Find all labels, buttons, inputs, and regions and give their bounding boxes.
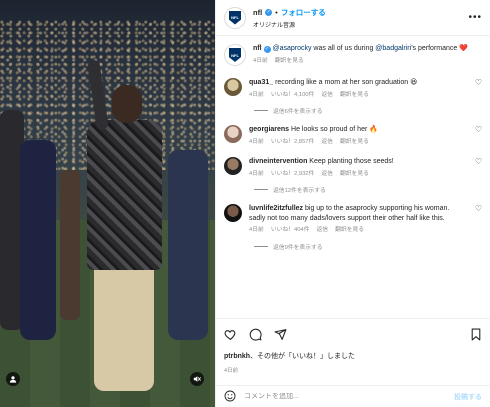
background-person: [168, 150, 208, 340]
instagram-post: NFL nfl ✓ • フォローする オリジナル音源 ••• NFL nfl ✓…: [0, 0, 490, 407]
more-icon[interactable]: •••: [468, 12, 482, 23]
audio-label[interactable]: オリジナル音源: [253, 20, 468, 29]
comment-item: divneintervention Keep planting those se…: [224, 157, 482, 179]
view-replies-button[interactable]: 返信9件を表示する: [254, 242, 482, 251]
avatar[interactable]: [224, 125, 242, 143]
comment-heart-icon[interactable]: ♡: [475, 78, 482, 100]
reply-button[interactable]: 返信: [321, 138, 333, 148]
translate-link[interactable]: 翻訳を見る: [335, 226, 364, 236]
comment-item: georgiarens He looks so proud of her 🔥 4…: [224, 125, 482, 147]
translate-link[interactable]: 翻訳を見る: [340, 138, 369, 148]
background-person: [20, 140, 56, 340]
comment-item: luvnlife2itzfullez big up to the asaproc…: [224, 204, 482, 236]
comment-likes[interactable]: いいね！2,857件: [271, 138, 315, 148]
avatar[interactable]: NFL: [224, 6, 246, 29]
comment-heart-icon[interactable]: ♡: [475, 157, 482, 179]
translate-link[interactable]: 翻訳を見る: [275, 57, 304, 67]
liked-by-summary[interactable]: ptrbnkh、その他が「いいね！」しました: [224, 351, 482, 361]
person-head: [112, 85, 142, 123]
comment-username[interactable]: qua31_: [249, 79, 273, 86]
mention-link[interactable]: @asaprocky: [272, 45, 311, 52]
post-comment-button[interactable]: 投稿する: [454, 392, 482, 402]
header-username[interactable]: nfl: [253, 8, 262, 17]
reply-button[interactable]: 返信: [321, 170, 333, 180]
view-replies-label: 返信9件を表示する: [273, 244, 323, 251]
view-replies-label: 返信6件を表示する: [273, 109, 323, 115]
caption-time[interactable]: 4日前: [253, 57, 268, 67]
view-replies-label: 返信12件を表示する: [273, 188, 326, 194]
comments-list[interactable]: NFL nfl ✓ @asaprocky was all of us durin…: [216, 36, 490, 316]
translate-link[interactable]: 翻訳を見る: [340, 91, 369, 101]
header-separator: •: [275, 7, 278, 17]
post-date[interactable]: 4日前: [224, 366, 482, 374]
comment-time[interactable]: 4日前: [249, 91, 264, 101]
comment-icon[interactable]: [249, 328, 262, 343]
comment-text: recording like a mom at her son graduati…: [273, 79, 418, 86]
background-person: [60, 170, 80, 320]
share-icon[interactable]: [274, 328, 287, 343]
comment-likes[interactable]: いいね！2,932件: [271, 170, 315, 180]
comment-likes[interactable]: いいね！4,100件: [271, 91, 315, 101]
liked-by-text: 、その他が「いいね！」しました: [250, 353, 356, 360]
reply-button[interactable]: 返信: [317, 226, 329, 236]
view-replies-button[interactable]: 返信12件を表示する: [254, 185, 482, 194]
comment-heart-icon[interactable]: ♡: [475, 125, 482, 147]
bookmark-icon[interactable]: [470, 328, 482, 343]
caption-text: was all of us during: [311, 45, 376, 52]
heart-icon[interactable]: [224, 328, 237, 343]
post-header: NFL nfl ✓ • フォローする オリジナル音源 •••: [216, 0, 490, 36]
follow-button[interactable]: フォローする: [281, 7, 326, 18]
comment-time[interactable]: 4日前: [249, 170, 264, 180]
replies-divider: [254, 245, 268, 247]
comment-username[interactable]: georgiarens: [249, 126, 289, 133]
replies-divider: [254, 189, 268, 190]
header-text: nfl ✓ • フォローする オリジナル音源: [253, 7, 468, 29]
comment-composer: 投稿する: [216, 385, 490, 407]
reply-button[interactable]: 返信: [321, 91, 333, 101]
post-caption: NFL nfl ✓ @asaprocky was all of us durin…: [224, 44, 482, 66]
view-replies-button[interactable]: 返信6件を表示する: [254, 106, 482, 115]
comment-heart-icon[interactable]: ♡: [475, 204, 482, 236]
post-actions: ptrbnkh、その他が「いいね！」しました 4日前: [216, 318, 490, 385]
person-pants: [94, 266, 154, 391]
verified-icon: ✓: [263, 46, 271, 53]
comment-likes[interactable]: いいね！404件: [271, 226, 310, 236]
avatar[interactable]: [224, 204, 242, 222]
mute-icon[interactable]: [190, 372, 204, 386]
emoji-icon[interactable]: [224, 390, 236, 404]
comment-username[interactable]: luvnlife2itzfullez: [249, 205, 303, 212]
comment-username[interactable]: divneintervention: [249, 158, 307, 165]
translate-link[interactable]: 翻訳を見る: [340, 170, 369, 180]
post-details-panel: NFL nfl ✓ • フォローする オリジナル音源 ••• NFL nfl ✓…: [215, 0, 490, 407]
comment-time[interactable]: 4日前: [249, 226, 264, 236]
avatar[interactable]: [224, 78, 242, 96]
comment-item: qua31_ recording like a mom at her son g…: [224, 78, 482, 100]
liked-by-username[interactable]: ptrbnkh: [224, 353, 250, 360]
mention-link[interactable]: @badgalriri: [375, 45, 411, 52]
avatar[interactable]: NFL: [224, 44, 246, 66]
caption-username[interactable]: nfl: [253, 45, 262, 52]
nfl-logo-icon: NFL: [229, 10, 241, 25]
avatar[interactable]: [224, 157, 242, 175]
main-person: [82, 59, 172, 400]
comment-text: Keep planting those seeds!: [307, 158, 394, 165]
user-tag-icon[interactable]: [6, 372, 20, 386]
comment-input[interactable]: [244, 393, 446, 400]
post-video[interactable]: [0, 0, 215, 407]
verified-icon: ✓: [265, 8, 273, 16]
caption-text: 's performance ❤️: [411, 45, 468, 52]
comment-text: He looks so proud of her 🔥: [289, 126, 378, 133]
comment-time[interactable]: 4日前: [249, 138, 264, 148]
person-arm: [87, 59, 109, 131]
replies-divider: [254, 110, 268, 111]
nfl-logo-icon: NFL: [229, 48, 241, 62]
person-jacket: [87, 120, 162, 270]
